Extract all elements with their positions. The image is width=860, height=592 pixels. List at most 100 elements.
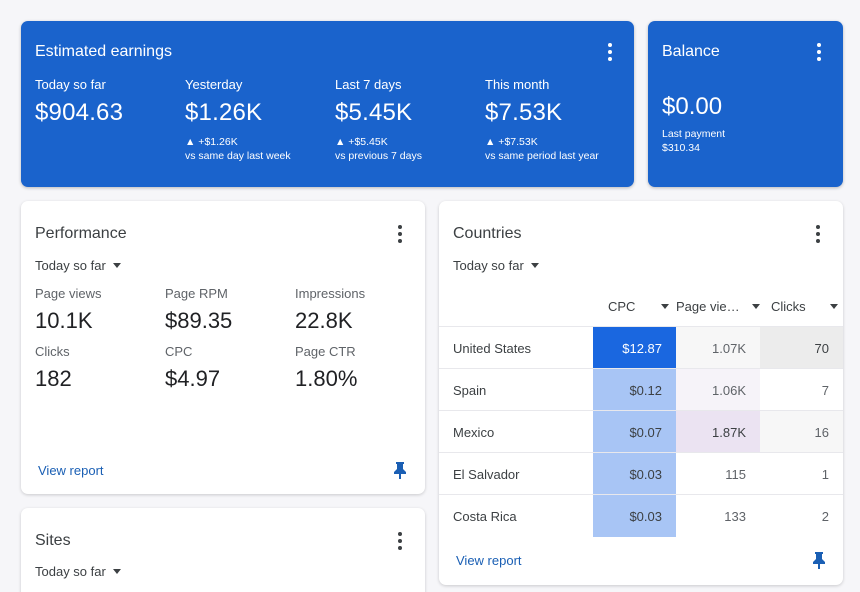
metric-value: $89.35 bbox=[165, 308, 233, 333]
perf-page-views: Page views 10.1K bbox=[35, 286, 101, 334]
countries-title: Countries bbox=[453, 225, 522, 242]
pin-icon[interactable] bbox=[812, 551, 826, 574]
metric-value: $4.97 bbox=[165, 366, 221, 391]
metric-label: Clicks bbox=[35, 344, 70, 359]
earnings-this-month: This month $7.53K ▲ +$7.53K vs same peri… bbox=[485, 77, 599, 163]
cpc-cell: $0.07 bbox=[593, 411, 676, 453]
metric-value: $904.63 bbox=[35, 99, 124, 126]
metric-label: Page RPM bbox=[165, 286, 228, 301]
metric-change: ▲ +$5.45K bbox=[335, 136, 388, 148]
perf-impressions: Impressions 22.8K bbox=[295, 286, 365, 334]
column-header-clicks[interactable]: Clicks bbox=[771, 286, 838, 326]
last-payment-label: Last payment bbox=[662, 128, 726, 140]
country-name: Mexico bbox=[453, 424, 495, 440]
country-name: Costa Rica bbox=[453, 508, 517, 524]
page-views-cell: 115 bbox=[725, 466, 746, 482]
balance-value: $0.00 bbox=[662, 93, 723, 120]
metric-value: 1.80% bbox=[295, 366, 358, 391]
earnings-more-icon[interactable] bbox=[601, 43, 619, 61]
metric-compare: vs same day last week bbox=[185, 150, 291, 162]
perf-cpc: CPC $4.97 bbox=[165, 344, 220, 392]
clicks-cell: 16 bbox=[760, 411, 843, 453]
estimated-earnings-title: Estimated earnings bbox=[35, 43, 172, 60]
column-label: CPC bbox=[608, 298, 636, 314]
performance-card: Performance Today so far Page views 10.1… bbox=[21, 201, 425, 494]
page-views-cell: 1.06K bbox=[676, 369, 760, 411]
countries-more-icon[interactable] bbox=[809, 225, 827, 243]
balance-more-icon[interactable] bbox=[810, 43, 828, 61]
metric-value: 182 bbox=[35, 366, 72, 391]
caret-down-icon bbox=[829, 303, 838, 309]
pin-icon[interactable] bbox=[393, 461, 407, 484]
metric-compare: vs previous 7 days bbox=[335, 150, 422, 162]
last-payment-value: $310.34 bbox=[662, 142, 700, 154]
country-name: El Salvador bbox=[453, 466, 520, 482]
metric-value: $7.53K bbox=[485, 99, 563, 126]
metric-value: 22.8K bbox=[295, 308, 353, 333]
metric-change: ▲ +$7.53K bbox=[485, 136, 538, 148]
earnings-today: Today so far $904.63 bbox=[35, 77, 123, 127]
metric-label: This month bbox=[485, 77, 550, 92]
metric-label: Page views bbox=[35, 286, 102, 301]
performance-view-report-link[interactable]: View report bbox=[38, 463, 104, 478]
metric-label: Last 7 days bbox=[335, 77, 402, 92]
performance-title: Performance bbox=[35, 225, 127, 242]
page-views-cell: 1.87K bbox=[676, 411, 760, 453]
clicks-cell: 2 bbox=[821, 508, 829, 524]
metric-label: Today so far bbox=[35, 77, 106, 92]
performance-period-dropdown[interactable]: Today so far bbox=[35, 258, 121, 273]
caret-down-icon bbox=[530, 263, 539, 268]
earnings-last-7-days: Last 7 days $5.45K ▲ +$5.45K vs previous… bbox=[335, 77, 422, 163]
balance-title: Balance bbox=[662, 43, 720, 60]
period-label: Today so far bbox=[453, 258, 524, 273]
cpc-cell: $0.03 bbox=[593, 495, 676, 537]
performance-more-icon[interactable] bbox=[391, 225, 409, 243]
table-row[interactable]: Spain $0.12 1.06K 7 bbox=[439, 368, 843, 411]
metric-change: ▲ +$1.26K bbox=[185, 136, 238, 148]
metric-label: Page CTR bbox=[295, 344, 356, 359]
page-views-cell: 1.07K bbox=[676, 327, 760, 369]
column-label: Clicks bbox=[771, 298, 806, 314]
earnings-yesterday: Yesterday $1.26K ▲ +$1.26K vs same day l… bbox=[185, 77, 291, 163]
perf-page-rpm: Page RPM $89.35 bbox=[165, 286, 232, 334]
country-name: Spain bbox=[453, 382, 487, 398]
estimated-earnings-card: Estimated earnings Today so far $904.63 … bbox=[21, 21, 634, 187]
clicks-cell: 1 bbox=[821, 466, 829, 482]
perf-page-ctr: Page CTR 1.80% bbox=[295, 344, 357, 392]
sites-period-dropdown[interactable]: Today so far bbox=[35, 564, 121, 579]
sites-more-icon[interactable] bbox=[391, 532, 409, 550]
clicks-cell: 7 bbox=[821, 382, 829, 398]
metric-compare: vs same period last year bbox=[485, 150, 599, 162]
table-row[interactable]: United States $12.87 1.07K 70 bbox=[439, 326, 843, 369]
period-label: Today so far bbox=[35, 258, 106, 273]
countries-view-report-link[interactable]: View report bbox=[456, 553, 522, 568]
countries-table-header: CPC Page vie… Clicks bbox=[439, 286, 843, 326]
column-label: Page vie… bbox=[676, 298, 740, 314]
caret-down-icon bbox=[751, 303, 760, 309]
metric-label: CPC bbox=[165, 344, 193, 359]
caret-down-icon bbox=[112, 263, 121, 268]
countries-period-dropdown[interactable]: Today so far bbox=[453, 258, 539, 273]
metric-label: Impressions bbox=[295, 286, 366, 301]
table-row[interactable]: Mexico $0.07 1.87K 16 bbox=[439, 410, 843, 453]
metric-label: Yesterday bbox=[185, 77, 243, 92]
metric-value: $1.26K bbox=[185, 99, 263, 126]
sites-card: Sites Today so far bbox=[21, 508, 425, 592]
clicks-cell: 70 bbox=[760, 327, 843, 369]
cpc-cell: $0.12 bbox=[593, 369, 676, 411]
column-header-page-views[interactable]: Page vie… bbox=[676, 286, 760, 326]
metric-value: $5.45K bbox=[335, 99, 413, 126]
cpc-cell: $0.03 bbox=[593, 453, 676, 495]
countries-card: Countries Today so far CPC Page vie… Cli… bbox=[439, 201, 843, 585]
perf-clicks: Clicks 182 bbox=[35, 344, 72, 392]
balance-card: Balance $0.00 Last payment $310.34 bbox=[648, 21, 843, 187]
page-views-cell: 133 bbox=[724, 508, 746, 524]
table-row[interactable]: El Salvador $0.03 115 1 bbox=[439, 452, 843, 495]
sites-title: Sites bbox=[35, 532, 71, 549]
caret-down-icon bbox=[112, 569, 121, 574]
caret-down-icon bbox=[661, 303, 670, 309]
table-row[interactable]: Costa Rica $0.03 133 2 bbox=[439, 494, 843, 537]
country-name: United States bbox=[453, 340, 532, 356]
metric-value: 10.1K bbox=[35, 308, 93, 333]
column-header-cpc[interactable]: CPC bbox=[608, 286, 670, 326]
